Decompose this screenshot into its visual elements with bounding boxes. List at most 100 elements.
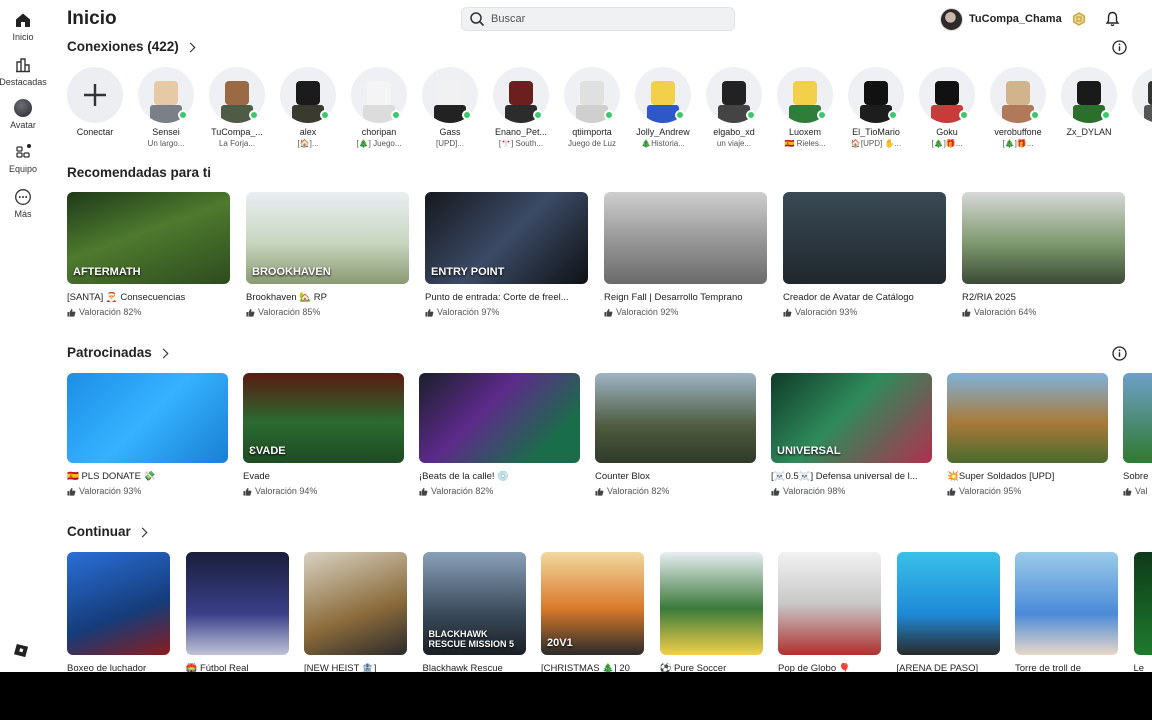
friend-status: un viaje... <box>716 139 752 148</box>
game-card[interactable]: 🇪🇸 PLS DONATE 💸 Valoración 93% <box>67 373 228 496</box>
friend-item[interactable]: alex [🏠]... <box>273 67 343 148</box>
game-card[interactable]: ENTRY POINT Punto de entrada: Corte de fr… <box>425 192 588 317</box>
friend-item[interactable]: Zx_DYLAN <box>1054 67 1124 139</box>
friend-item[interactable]: Enano_Pet... [🎌] South... <box>486 67 556 148</box>
friend-name: verobuffone <box>994 127 1042 137</box>
game-thumbnail[interactable] <box>67 552 170 655</box>
friend-avatar[interactable] <box>1132 67 1152 123</box>
game-name: [☠️0.5☠️] Defensa universal de l... <box>771 471 918 482</box>
friend-item[interactable]: Sensei Un largo... <box>131 67 201 148</box>
user-profile[interactable]: TuCompa_Chama <box>940 7 1062 31</box>
robux-icon[interactable] <box>1072 12 1086 26</box>
nav-item-mas[interactable]: Más <box>0 188 46 219</box>
thumbnail-title-text: BLACKHAWK RESCUE MISSION 5 <box>428 629 515 649</box>
game-thumbnail[interactable] <box>185 552 289 655</box>
nav-item-equipo[interactable]: Equipo <box>0 143 46 174</box>
game-card[interactable]: R2/RIA 2025 Valoración 64% <box>962 192 1125 317</box>
friend-item[interactable]: verobuffone [🎄]🎁... <box>983 67 1053 148</box>
continue-games-row: Boxeo de luchador 🏟️ Fútbol Real [NEW HEIS… <box>67 552 1152 672</box>
game-thumbnail[interactable]: BROOKHAVEN <box>246 192 409 284</box>
game-thumbnail[interactable] <box>595 373 756 463</box>
nav-label-equipo: Equipo <box>8 164 38 174</box>
avatar-head <box>1148 81 1152 105</box>
friend-item[interactable]: choripan [🎄] Juego... <box>344 67 414 148</box>
friend-item[interactable]: El_TioMario 🏠[UPD] ✋... <box>841 67 911 148</box>
friend-item[interactable]: qtiimporta Juego de Luz <box>557 67 627 148</box>
game-card[interactable]: 20V1 [CHRISTMAS 🎄] 20 <box>541 552 644 672</box>
bottom-black-bar <box>0 672 1152 720</box>
game-card[interactable]: Pop de Globo 🎈 <box>778 552 881 672</box>
section-title-continuar[interactable]: Continuar <box>67 524 148 539</box>
game-thumbnail[interactable]: ƐVADE <box>243 373 404 463</box>
section-title-patrocinadas[interactable]: Patrocinadas <box>67 345 169 360</box>
game-card[interactable]: [NEW HEIST 🏦] <box>304 552 407 672</box>
plus-icon <box>84 84 106 106</box>
game-card[interactable]: [ARENA DE PASO] <box>896 552 1000 672</box>
friend-name: Jolly_Andrew <box>636 127 690 137</box>
game-card[interactable]: Torre de troll de <box>1015 552 1118 672</box>
game-thumbnail[interactable] <box>659 552 763 655</box>
roblox-logo-icon[interactable] <box>14 643 29 658</box>
game-card[interactable]: Le <box>1133 552 1152 672</box>
game-thumbnail[interactable] <box>778 552 881 655</box>
notification-bell-icon[interactable] <box>1105 11 1120 27</box>
game-thumbnail[interactable] <box>783 192 946 284</box>
game-thumbnail[interactable] <box>947 373 1108 463</box>
friend-item[interactable]: Luoxem 🇪🇸 Rieles... <box>770 67 840 148</box>
friend-item[interactable]: elgabo_xd un viaje... <box>699 67 769 148</box>
add-friend-circle[interactable] <box>67 67 123 123</box>
game-thumbnail[interactable] <box>419 373 580 463</box>
game-thumbnail[interactable] <box>1123 373 1152 463</box>
game-card[interactable]: UNIVERSAL [☠️0.5☠️] Defensa universal de … <box>771 373 932 496</box>
game-rating: Valoración 82% <box>67 307 230 317</box>
game-card[interactable]: 🏟️ Fútbol Real <box>185 552 289 672</box>
game-thumbnail[interactable] <box>962 192 1125 284</box>
thumbs-up-icon <box>243 487 252 496</box>
game-card[interactable]: Sobre Val <box>1123 373 1152 496</box>
search-input[interactable] <box>491 13 721 25</box>
friend-item[interactable]: Dar <box>1125 67 1152 139</box>
section-title-conexiones[interactable]: Conexiones (422) <box>67 39 196 54</box>
game-thumbnail[interactable]: BLACKHAWK RESCUE MISSION 5 <box>422 552 526 655</box>
nav-item-destacadas[interactable]: Destacadas <box>0 56 47 87</box>
connect-button[interactable]: Conectar <box>60 67 130 137</box>
info-icon[interactable] <box>1112 346 1127 361</box>
friend-name: Luoxem <box>788 127 822 137</box>
friend-item[interactable]: Goku [🎄]🎁... <box>912 67 982 148</box>
user-avatar[interactable] <box>940 7 963 31</box>
game-thumbnail[interactable] <box>604 192 767 284</box>
game-thumbnail[interactable] <box>1133 552 1152 655</box>
nav-item-inicio[interactable]: Inicio <box>0 11 46 42</box>
game-thumbnail[interactable]: AFTERMATH <box>67 192 230 284</box>
friend-item[interactable]: TuCompa_... La Forja... <box>202 67 272 148</box>
game-card[interactable]: Counter Blox Valoración 82% <box>595 373 756 496</box>
game-card[interactable]: BLACKHAWK RESCUE MISSION 5 Blackhawk Resc… <box>422 552 526 672</box>
game-thumbnail[interactable] <box>304 552 407 655</box>
online-status-dot <box>675 110 685 120</box>
game-card[interactable]: ƐVADE Evade Valoración 94% <box>243 373 404 496</box>
game-card[interactable]: ¡Beats de la calle! 💿 Valoración 82% <box>419 373 580 496</box>
game-card[interactable]: 💥Super Soldados [UPD] Valoración 95% <box>947 373 1108 496</box>
game-thumbnail[interactable]: 20V1 <box>541 552 644 655</box>
game-name: Sobre <box>1123 471 1149 482</box>
search-bar[interactable] <box>461 7 735 31</box>
game-card[interactable]: ⚽ Pure Soccer <box>659 552 763 672</box>
game-rating: Valoración 98% <box>771 486 932 496</box>
game-card[interactable]: BROOKHAVEN Brookhaven 🏡 RP Valoración 85% <box>246 192 409 317</box>
game-thumbnail[interactable] <box>1015 552 1118 655</box>
info-icon[interactable] <box>1112 40 1127 55</box>
friend-item[interactable]: Gass [UPD]... <box>415 67 485 148</box>
rating-text: Valoración 93% <box>795 307 858 317</box>
game-card[interactable]: Creador de Avatar de Catálogo Valoración … <box>783 192 946 317</box>
friend-item[interactable]: Jolly_Andrew 🎄Historia... <box>628 67 698 148</box>
username[interactable]: TuCompa_Chama <box>969 13 1062 25</box>
game-thumbnail[interactable]: ENTRY POINT <box>425 192 588 284</box>
game-thumbnail[interactable] <box>896 552 1000 655</box>
rating-text: Valoración 64% <box>974 307 1037 317</box>
nav-item-avatar[interactable]: Avatar <box>0 99 46 130</box>
game-thumbnail[interactable]: UNIVERSAL <box>771 373 932 463</box>
game-card[interactable]: Reign Fall | Desarrollo Temprano Valoraci… <box>604 192 767 317</box>
game-card[interactable]: Boxeo de luchador <box>67 552 170 672</box>
game-card[interactable]: AFTERMATH [SANTA] 🎅 Consecuencias Valoraci… <box>67 192 230 317</box>
game-thumbnail[interactable] <box>67 373 228 463</box>
